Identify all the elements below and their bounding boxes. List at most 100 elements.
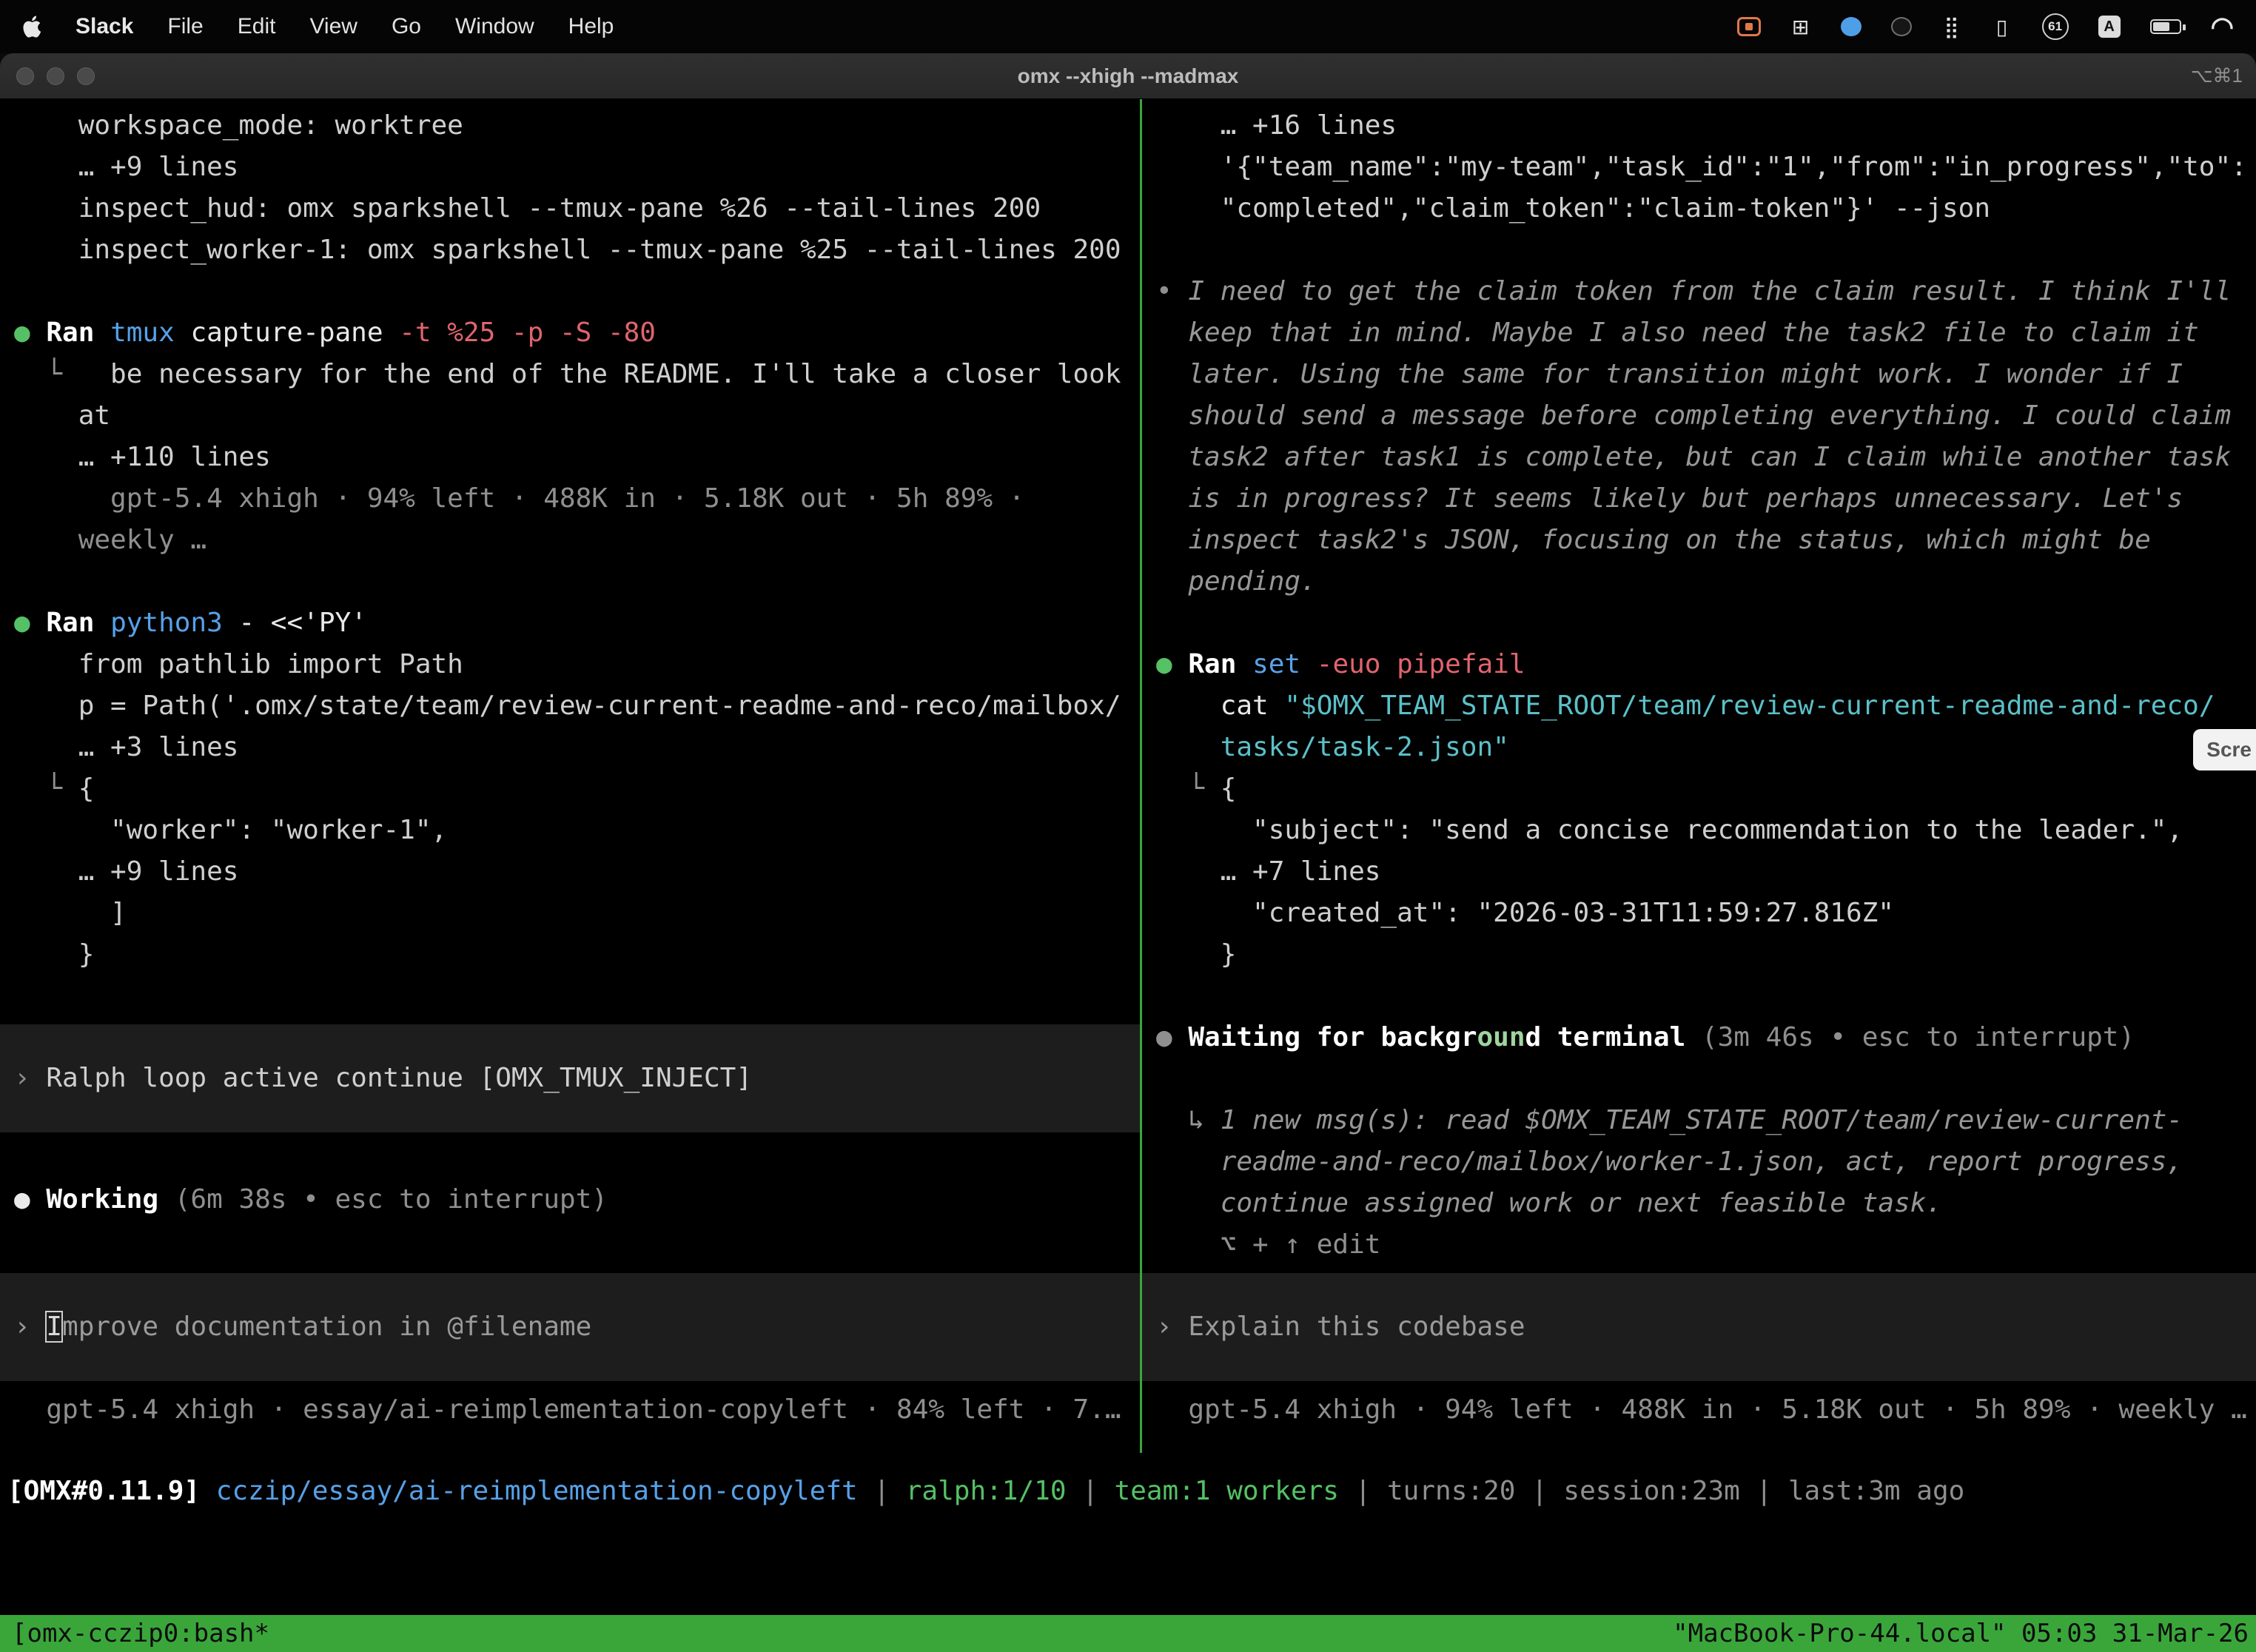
text-segment: … +7 lines <box>1221 856 1381 887</box>
terminal-line: ● Waiting for background terminal (3m 46… <box>1156 1017 2256 1058</box>
terminal-line: inspect_worker-1: omx sparkshell --tmux-… <box>14 229 1140 271</box>
terminal-line: "completed","claim_token":"claim-token"}… <box>1156 188 2256 229</box>
terminal-line: later. Using the same for transition mig… <box>1156 354 2256 395</box>
text-segment: ↳ 1 new msg(s): read $OMX_TEAM_STATE_ROO… <box>1188 1105 2183 1135</box>
terminal-content: workspace_mode: worktree… +9 linesinspec… <box>0 99 2256 1453</box>
text-segment: pending. <box>1188 566 1316 597</box>
wifi-icon[interactable]: ◠ <box>2211 13 2234 40</box>
apple-logo-icon <box>22 16 41 38</box>
close-window-button[interactable] <box>16 67 34 85</box>
terminal-line: └ { <box>1156 768 2256 810</box>
text-segment: | <box>1339 1476 1387 1506</box>
apple-menu-icon[interactable] <box>22 16 41 38</box>
right-scrollback: … +16 lines'{"team_name":"my-team","task… <box>1156 105 2256 1266</box>
display-icon[interactable]: ▯ <box>1992 13 2012 40</box>
text-segment: inspect_hud: omx sparkshell --tmux-pane … <box>78 193 1041 224</box>
terminal-line: … +7 lines <box>1156 851 2256 893</box>
text-segment: • <box>1156 276 1188 306</box>
menu-help[interactable]: Help <box>568 14 614 39</box>
text-segment: session:23m <box>1563 1476 1739 1506</box>
raycast-icon[interactable] <box>1841 17 1861 36</box>
menu-file[interactable]: File <box>167 14 203 39</box>
text-segment: … +9 lines <box>78 856 239 887</box>
terminal-line: ● Ran tmux capture-pane -t %25 -p -S -80 <box>14 312 1140 354</box>
text-segment: ] <box>110 898 127 928</box>
text-segment: ralph:1/10 <box>906 1476 1067 1506</box>
terminal-line: gpt-5.4 xhigh · 94% left · 488K in · 5.1… <box>14 478 1140 520</box>
left-composer-input[interactable]: › Improve documentation in @filename <box>0 1273 1140 1381</box>
text-segment: └ <box>46 359 78 389</box>
text-segment: Explain this codebase <box>1188 1312 1525 1342</box>
text-segment: "$OMX_TEAM_STATE_ROOT/team/review-curren… <box>1284 691 2215 721</box>
text-segment: - <<'PY' <box>238 608 366 638</box>
text-segment: | <box>1515 1476 1563 1506</box>
text-segment: ● <box>14 318 46 348</box>
app-menus: File Edit View Go Window Help <box>167 14 614 39</box>
text-segment: { <box>78 773 95 804</box>
terminal-line: task2 after task1 is complete, but can I… <box>1156 437 2256 478</box>
terminal-line: └ be necessary for the end of the README… <box>14 354 1140 395</box>
text-segment: capture-pane <box>190 318 399 348</box>
battery-percentage-badge[interactable]: 61 <box>2042 13 2069 40</box>
text-segment: cat <box>1221 691 1285 721</box>
zoom-window-button[interactable] <box>77 67 95 85</box>
right-composer-input[interactable]: › Explain this codebase <box>1142 1273 2256 1381</box>
text-segment: | <box>858 1476 906 1506</box>
terminal-line: … +110 lines <box>14 437 1140 478</box>
ralph-loop-banner: › Ralph loop active continue [OMX_TMUX_I… <box>0 1024 1140 1132</box>
terminal-line: "worker": "worker-1", <box>14 810 1140 851</box>
text-segment: "completed","claim_token":"claim-token"}… <box>1221 193 1990 224</box>
terminal-line: is in progress? It seems likely but perh… <box>1156 478 2256 520</box>
screen-recording-icon[interactable] <box>1737 17 1761 36</box>
text-segment: "subject": "send a concise recommendatio… <box>1252 815 2183 845</box>
window-titlebar[interactable]: omx --xhigh --madmax ⌥⌘1 <box>0 53 2256 99</box>
menu-bar-status-icons: ⊞ ⣿ ▯ 61 A ◠ <box>1737 13 2234 40</box>
text-segment: later. Using the same for transition mig… <box>1188 359 2183 389</box>
terminal-line <box>1156 229 2256 271</box>
terminal-line: '{"team_name":"my-team","task_id":"1","f… <box>1156 147 2256 188</box>
menu-window[interactable]: Window <box>455 14 534 39</box>
left-pane-footer: gpt-5.4 xhigh · essay/ai-reimplementatio… <box>14 1389 1121 1431</box>
desktop: Slack File Edit View Go Window Help ⊞ ⣿ ▯ 61 A ◠ o… <box>0 0 2256 1652</box>
minimize-window-button[interactable] <box>47 67 64 85</box>
text-segment: } <box>1221 939 1237 970</box>
text-segment: p = Path('.omx/state/team/review-current… <box>78 691 1121 721</box>
terminal-line: at <box>14 395 1140 437</box>
text-segment: I need to get the claim token from the c… <box>1188 276 2231 306</box>
menu-go[interactable]: Go <box>392 14 421 39</box>
model-usage-footer: gpt-5.4 xhigh · 94% left · 488K in · 5.1… <box>1156 1389 2247 1431</box>
text-segment: d terminal <box>1525 1022 1686 1052</box>
battery-icon[interactable] <box>2150 19 2181 34</box>
tmux-status-bar: [omx-cczip0:bash* "MacBook-Pro-44.local"… <box>0 1615 2256 1652</box>
text-segment: "created_at": "2026-03-31T11:59:27.816Z" <box>1252 898 1894 928</box>
terminal-line: } <box>1156 934 2256 976</box>
terminal-window: omx --xhigh --madmax ⌥⌘1 workspace_mode:… <box>0 53 2256 1652</box>
text-segment: { <box>1221 773 1237 804</box>
text-segment: from pathlib import Path <box>78 649 463 679</box>
text-segment: (3m 46s • esc to interrupt) <box>1685 1022 2135 1052</box>
traffic-lights <box>0 67 95 85</box>
text-segment: ● <box>1156 649 1188 679</box>
ghostty-icon[interactable] <box>1891 17 1912 36</box>
text-segment: last:3m ago <box>1788 1476 1964 1506</box>
menu-view[interactable]: View <box>309 14 357 39</box>
menu-edit[interactable]: Edit <box>238 14 276 39</box>
active-app-name[interactable]: Slack <box>75 14 133 39</box>
text-segment: Ran <box>46 608 110 638</box>
text-segment: tasks/task-2.json" <box>1221 732 1509 762</box>
terminal-line: └ { <box>14 768 1140 810</box>
terminal-line: should send a message before completing … <box>1156 395 2256 437</box>
working-status: ● Working (6m 38s • esc to interrupt) <box>14 1179 608 1220</box>
input-source-icon[interactable]: A <box>2098 16 2121 38</box>
terminal-line: ● Ran set -euo pipefail <box>1156 644 2256 685</box>
right-pane[interactable]: … +16 lines'{"team_name":"my-team","task… <box>1142 99 2256 1453</box>
terminal-line: … +9 lines <box>14 851 1140 893</box>
left-pane[interactable]: workspace_mode: worktree… +9 linesinspec… <box>0 99 1140 1453</box>
text-segment: Ralph loop active continue [OMX_TMUX_INJ… <box>46 1063 752 1093</box>
terminal-line: "subject": "send a concise recommendatio… <box>1156 810 2256 851</box>
keyboard-grid-icon[interactable]: ⊞ <box>1790 13 1811 40</box>
terminal-line <box>14 271 1140 312</box>
text-segment: ● <box>1156 1022 1188 1052</box>
launchpad-icon[interactable]: ⣿ <box>1941 13 1962 40</box>
terminal-line: readme-and-reco/mailbox/worker-1.json, a… <box>1156 1141 2256 1183</box>
